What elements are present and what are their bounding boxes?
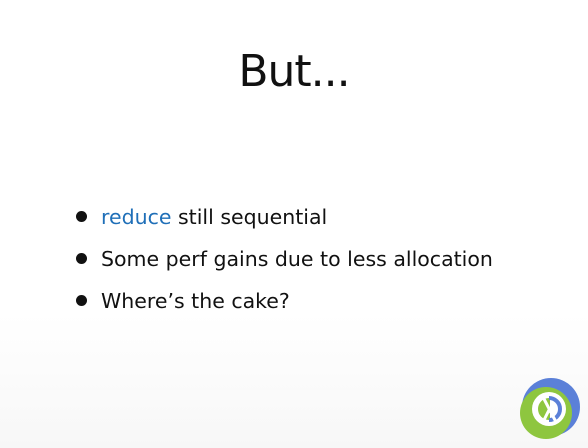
bullet-text: still sequential	[171, 205, 328, 229]
bullet-item: Where’s the cake?	[76, 282, 493, 324]
bullet-text: Where’s the cake?	[101, 289, 290, 313]
slide: But... reduce still sequential Some perf…	[0, 0, 588, 448]
bullet-dot-icon	[76, 295, 87, 306]
bullet-text: Some perf gains due to less allocation	[101, 247, 493, 271]
bullet-list: reduce still sequential Some perf gains …	[76, 198, 493, 324]
slide-title: But...	[238, 46, 350, 97]
bullet-dot-icon	[76, 211, 87, 222]
bullet-dot-icon	[76, 253, 87, 264]
bullet-keyword: reduce	[101, 205, 172, 229]
bullet-item: reduce still sequential	[76, 198, 493, 240]
clojure-logo-icon	[520, 378, 580, 439]
bullet-item: Some perf gains due to less allocation	[76, 240, 493, 282]
